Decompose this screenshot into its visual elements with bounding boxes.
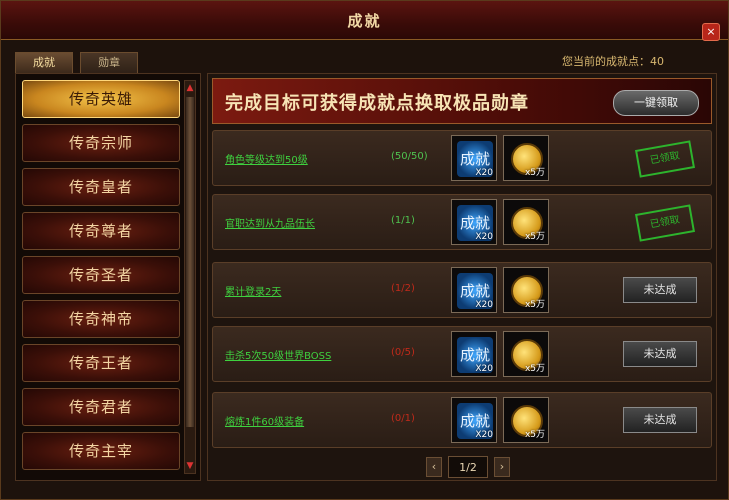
reward-slot[interactable]: 成就 X20 [451,397,497,443]
reward-qty: X20 [475,364,493,374]
achievement-row: 角色等级达到50级 (50/50) 成就 X20 x5万 已领取 [212,130,712,186]
claim-all-button[interactable]: 一键领取 [613,90,699,116]
reward-qty: x5万 [524,232,545,242]
reward-qty: X20 [475,300,493,310]
task-link[interactable]: 累计登录2天 [225,283,281,298]
achievement-row: 击杀5次50级世界BOSS (0/5) 成就 X20 x5万 未达成 [212,326,712,382]
next-page-button[interactable]: › [494,457,510,477]
sidebar-item-god-emperor[interactable]: 传奇神帝 [22,300,180,338]
reward-qty: x5万 [524,364,545,374]
achievement-row: 熔炼1件60级装备 (0/1) 成就 X20 x5万 未达成 [212,392,712,448]
task-link[interactable]: 角色等级达到50级 [225,151,308,166]
banner: 完成目标可获得成就点换取极品勋章 一键领取 [212,78,712,124]
not-achieved-button[interactable]: 未达成 [623,277,697,303]
sidebar-item-hero[interactable]: 传奇英雄 [22,80,180,118]
reward-slot[interactable]: x5万 [503,397,549,443]
reward-slot[interactable]: 成就 X20 [451,267,497,313]
reward-qty: x5万 [524,168,545,178]
sidebar-item-saint[interactable]: 传奇圣者 [22,256,180,294]
reward-qty: X20 [475,168,493,178]
reward-slot[interactable]: x5万 [503,199,549,245]
tab-achievement[interactable]: 成就 [15,52,73,74]
sidebar-item-master[interactable]: 传奇宗师 [22,124,180,162]
task-link[interactable]: 熔炼1件60级装备 [225,413,304,428]
page-number: 1/2 [448,456,488,478]
task-progress: (0/5) [391,347,415,358]
banner-text: 完成目标可获得成就点换取极品勋章 [225,93,529,114]
sidebar-scrollbar[interactable]: ▲ ▼ [184,80,196,474]
task-progress: (50/50) [391,151,428,162]
sidebar-item-king[interactable]: 传奇王者 [22,344,180,382]
reward-slot[interactable]: x5万 [503,135,549,181]
prev-page-button[interactable]: ‹ [426,457,442,477]
scroll-up-icon[interactable]: ▲ [185,83,195,93]
scroll-down-icon[interactable]: ▼ [185,461,195,471]
reward-qty: x5万 [524,300,545,310]
achievement-row: 官职达到从九品伍长 (1/1) 成就 X20 x5万 已领取 [212,194,712,250]
task-progress: (0/1) [391,413,415,424]
claimed-stamp: 已领取 [634,140,696,178]
sidebar-item-emperor[interactable]: 传奇皇者 [22,168,180,206]
scroll-thumb[interactable] [186,97,194,427]
tab-medal[interactable]: 勋章 [80,52,139,74]
reward-qty: X20 [475,430,493,440]
achievement-points: 您当前的成就点：40 [562,55,664,68]
reward-slot[interactable]: x5万 [503,267,549,313]
reward-qty: x5万 [524,430,545,440]
tab-bar: 成就 勋章 [15,51,140,74]
achievement-panel: 完成目标可获得成就点换取极品勋章 一键领取 角色等级达到50级 (50/50) … [207,73,717,481]
window-title: 成就 [347,12,382,30]
reward-slot[interactable]: x5万 [503,331,549,377]
not-achieved-button[interactable]: 未达成 [623,407,697,433]
reward-slot[interactable]: 成就 X20 [451,199,497,245]
reward-slot[interactable]: 成就 X20 [451,135,497,181]
achievement-row: 累计登录2天 (1/2) 成就 X20 x5万 未达成 [212,262,712,318]
task-link[interactable]: 击杀5次50级世界BOSS [225,347,331,362]
claimed-stamp: 已领取 [634,204,696,242]
task-link[interactable]: 官职达到从九品伍长 [225,215,315,230]
not-achieved-button[interactable]: 未达成 [623,341,697,367]
title-bar: 成就 × [1,1,728,41]
achievement-window: 成就 × 成就 勋章 您当前的成就点：40 传奇英雄 传奇宗师 传奇皇者 传奇尊… [0,0,729,500]
task-progress: (1/1) [391,215,415,226]
sidebar-item-sovereign[interactable]: 传奇主宰 [22,432,180,470]
task-progress: (1/2) [391,283,415,294]
close-icon[interactable]: × [702,23,720,41]
sidebar-item-lord[interactable]: 传奇君者 [22,388,180,426]
reward-slot[interactable]: 成就 X20 [451,331,497,377]
category-sidebar: 传奇英雄 传奇宗师 传奇皇者 传奇尊者 传奇圣者 传奇神帝 传奇王者 传奇君者 … [15,73,201,481]
sidebar-item-venerable[interactable]: 传奇尊者 [22,212,180,250]
reward-qty: X20 [475,232,493,242]
